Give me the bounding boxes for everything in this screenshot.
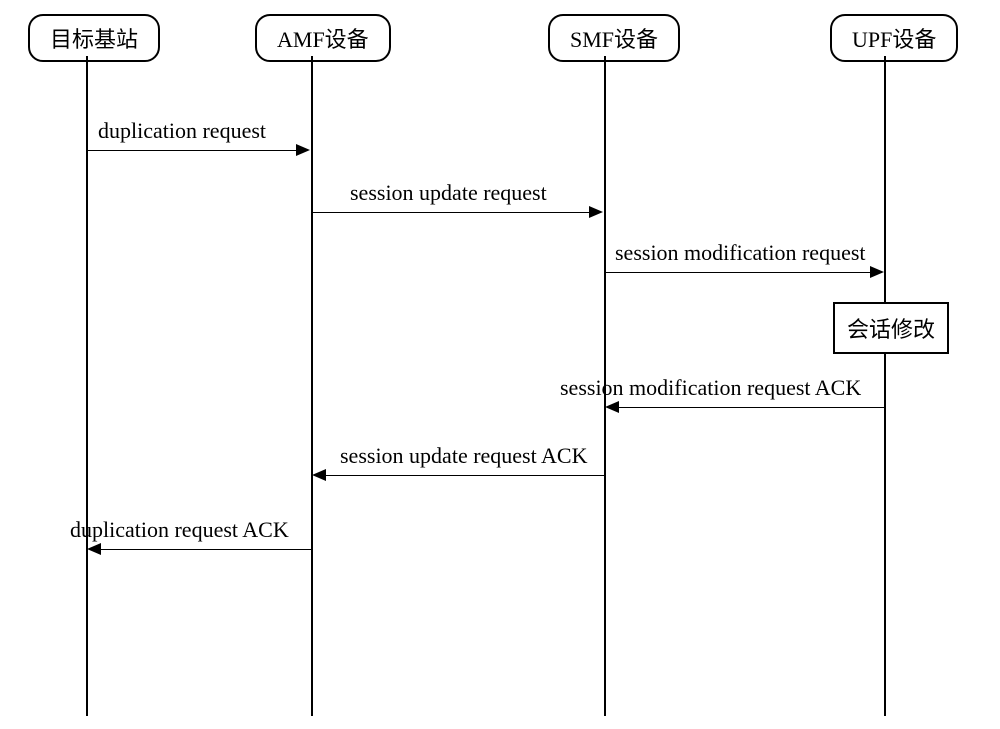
msg-dup-ack-arrowhead — [87, 543, 101, 555]
msg-sess-update-req-label: session update request — [350, 180, 547, 206]
msg-dup-ack-label: duplication request ACK — [70, 517, 289, 543]
msg-sess-mod-ack-arrowhead — [605, 401, 619, 413]
msg-sess-update-ack-arrowhead — [312, 469, 326, 481]
lifeline-target-bs — [86, 56, 88, 716]
msg-dup-req-arrowhead — [296, 144, 310, 156]
msg-dup-req-label: duplication request — [98, 118, 266, 144]
msg-dup-req-arrow — [88, 150, 306, 151]
msg-sess-update-req-arrow — [313, 212, 600, 213]
msg-sess-mod-req-arrow — [606, 272, 882, 273]
actor-amf: AMF设备 — [255, 14, 391, 62]
actor-upf: UPF设备 — [830, 14, 958, 62]
actor-target-bs: 目标基站 — [28, 14, 160, 62]
lifeline-amf — [311, 56, 313, 716]
msg-sess-mod-ack-arrow — [608, 407, 884, 408]
msg-sess-update-req-arrowhead — [589, 206, 603, 218]
actor-smf: SMF设备 — [548, 14, 680, 62]
msg-sess-update-ack-arrow — [315, 475, 604, 476]
msg-sess-mod-ack-label: session modification request ACK — [560, 375, 861, 401]
lifeline-upf — [884, 56, 886, 716]
activation-session-modify: 会话修改 — [833, 302, 949, 354]
msg-sess-update-ack-label: session update request ACK — [340, 443, 587, 469]
msg-dup-ack-arrow — [90, 549, 311, 550]
msg-sess-mod-req-arrowhead — [870, 266, 884, 278]
msg-sess-mod-req-label: session modification request — [615, 240, 866, 266]
